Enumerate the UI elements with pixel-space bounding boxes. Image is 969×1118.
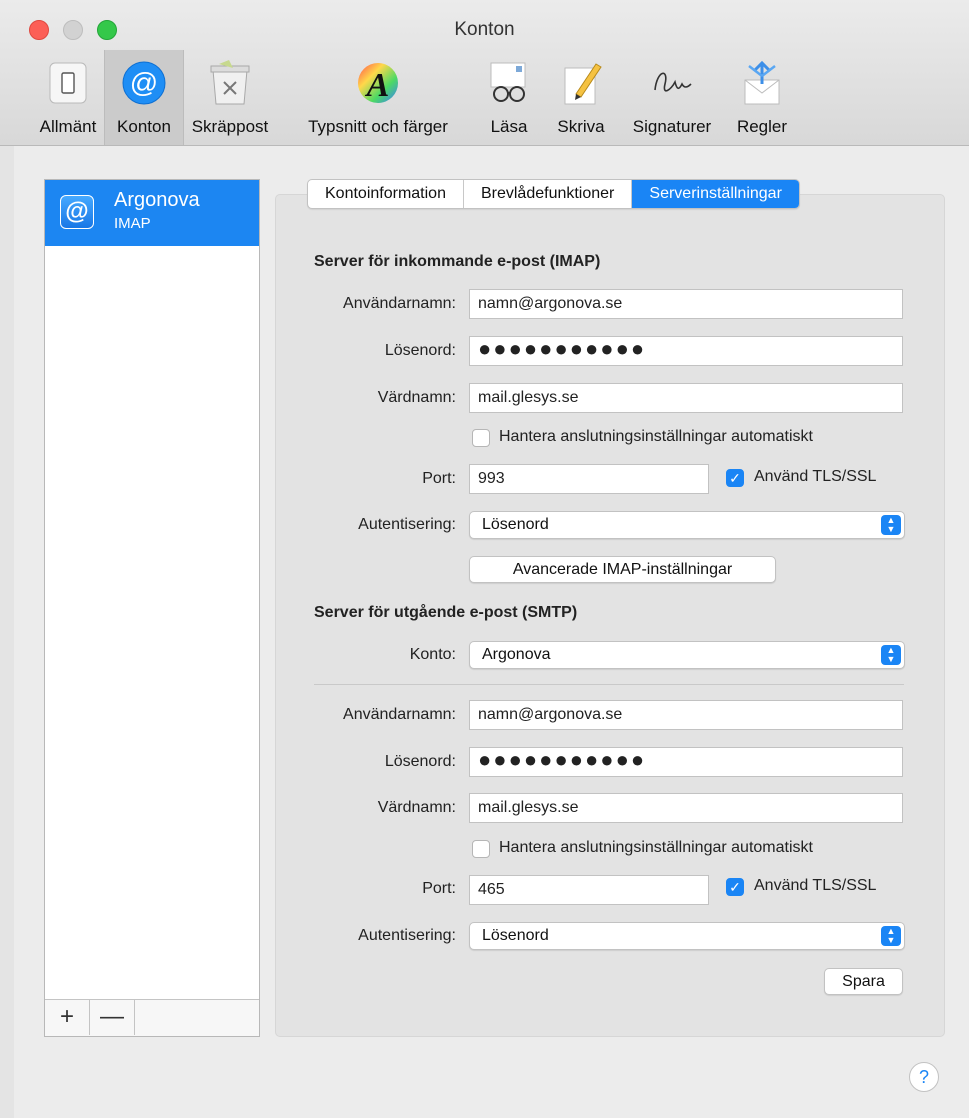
title-bar: Konton Allmänt @ Konton Skräppost A Typs… xyxy=(0,0,969,146)
incoming-section-title: Server för inkommande e-post (IMAP) xyxy=(314,253,601,270)
outgoing-host-field[interactable]: mail.glesys.se xyxy=(469,793,903,823)
incoming-host-label: Värdnamn: xyxy=(377,389,456,406)
background-window-edge xyxy=(0,145,14,1118)
incoming-auth-label: Autentisering: xyxy=(358,516,456,533)
rules-envelope-icon xyxy=(744,60,780,105)
incoming-auto-manage-checkbox[interactable] xyxy=(472,429,490,447)
outgoing-account-label: Konto: xyxy=(409,646,456,663)
toolbar-item-konton[interactable]: @ Konton xyxy=(104,50,184,145)
toolbar-label: Skräppost xyxy=(191,117,269,136)
incoming-password-label: Lösenord: xyxy=(384,342,456,359)
toolbar-label: Typsnitt och färger xyxy=(308,117,448,136)
outgoing-port-label: Port: xyxy=(422,880,456,897)
incoming-port-field[interactable]: 993 xyxy=(469,464,709,494)
incoming-auth-value: Lösenord xyxy=(482,516,549,533)
outgoing-host-label: Värdnamn: xyxy=(377,799,456,816)
incoming-username-field[interactable]: namn@argonova.se xyxy=(469,289,903,319)
toolbar-label: Regler xyxy=(736,117,788,136)
toolbar-label: Skriva xyxy=(557,117,605,136)
svg-text:A: A xyxy=(365,67,390,104)
incoming-port-label: Port: xyxy=(422,470,456,487)
outgoing-auth-label: Autentisering: xyxy=(358,927,456,944)
outgoing-password-label: Lösenord: xyxy=(384,753,456,770)
outgoing-section-title: Server för utgående e-post (SMTP) xyxy=(314,604,578,621)
account-name: Argonova xyxy=(114,189,200,211)
preferences-window: Konton Allmänt @ Konton Skräppost A Typs… xyxy=(0,0,969,1118)
account-list-footer: + — xyxy=(45,999,259,1036)
outgoing-port-field[interactable]: 465 xyxy=(469,875,709,905)
advanced-imap-settings-button[interactable]: Avancerade IMAP-inställningar xyxy=(469,556,776,583)
tab-kontoinformation[interactable]: Kontoinformation xyxy=(308,180,464,208)
switch-icon xyxy=(49,62,87,104)
account-row-argonova[interactable]: @ Argonova IMAP xyxy=(45,180,259,246)
outgoing-auth-value: Lösenord xyxy=(482,927,549,944)
toolbar-item-skriva[interactable]: Skriva xyxy=(546,50,616,145)
outgoing-username-label: Användarnamn: xyxy=(343,706,456,723)
remove-account-button[interactable]: — xyxy=(90,1000,135,1035)
account-list: @ Argonova IMAP + — xyxy=(44,179,260,1037)
tab-serverinstallningar[interactable]: Serverinställningar xyxy=(632,180,799,208)
at-sign-icon: @ xyxy=(122,61,166,105)
toolbar-label: Signaturer xyxy=(632,117,712,136)
window-title: Konton xyxy=(454,19,515,40)
incoming-tls-label: Använd TLS/SSL xyxy=(754,468,877,485)
outgoing-tls-checkbox[interactable]: ✓ xyxy=(726,878,744,896)
toolbar-item-allmant[interactable]: Allmänt xyxy=(33,50,103,145)
outgoing-auto-manage-checkbox[interactable] xyxy=(472,840,490,858)
toolbar-label: Läsa xyxy=(490,117,528,136)
toolbar-label: Konton xyxy=(117,117,171,136)
toolbar-item-lasa[interactable]: Läsa xyxy=(477,50,541,145)
help-button[interactable]: ? xyxy=(909,1062,939,1092)
tab-brevladefunktioner[interactable]: Brevlådefunktioner xyxy=(464,180,633,208)
font-color-icon: A xyxy=(358,63,398,104)
at-sign-icon: @ xyxy=(60,195,94,229)
chevron-updown-icon: ▲ ▼ xyxy=(881,926,901,946)
signature-icon xyxy=(654,72,692,92)
toolbar-item-regler[interactable]: Regler xyxy=(726,50,798,145)
section-divider xyxy=(314,684,904,685)
incoming-tls-checkbox[interactable]: ✓ xyxy=(726,469,744,487)
svg-text:@: @ xyxy=(130,67,158,98)
chevron-updown-icon: ▲ ▼ xyxy=(881,645,901,665)
outgoing-password-field[interactable]: ●●●●●●●●●●● xyxy=(469,747,903,777)
save-button[interactable]: Spara xyxy=(824,968,903,995)
outgoing-username-field[interactable]: namn@argonova.se xyxy=(469,700,903,730)
incoming-auto-manage-label: Hantera anslutningsinställningar automat… xyxy=(499,428,813,445)
chevron-updown-icon: ▲ ▼ xyxy=(881,515,901,535)
incoming-host-field[interactable]: mail.glesys.se xyxy=(469,383,903,413)
incoming-auth-select[interactable]: Lösenord ▲ ▼ xyxy=(469,511,905,539)
toolbar-label: Allmänt xyxy=(39,117,97,136)
account-type: IMAP xyxy=(114,215,151,232)
outgoing-auth-select[interactable]: Lösenord ▲ ▼ xyxy=(469,922,905,950)
add-account-button[interactable]: + xyxy=(45,1000,90,1035)
incoming-password-field[interactable]: ●●●●●●●●●●● xyxy=(469,336,903,366)
reading-glasses-icon xyxy=(490,62,526,102)
toolbar-item-signaturer[interactable]: Signaturer xyxy=(620,50,724,145)
junk-bin-icon xyxy=(210,60,250,105)
outgoing-account-select[interactable]: Argonova ▲ ▼ xyxy=(469,641,905,669)
incoming-username-label: Användarnamn: xyxy=(343,295,456,312)
outgoing-account-value: Argonova xyxy=(482,646,551,663)
outgoing-tls-label: Använd TLS/SSL xyxy=(754,877,877,894)
tab-bar: Kontoinformation Brevlådefunktioner Serv… xyxy=(307,179,800,209)
pencil-paper-icon xyxy=(564,63,602,105)
toolbar-item-typsnitt-och-farger[interactable]: A Typsnitt och färger xyxy=(280,50,476,145)
outgoing-auto-manage-label: Hantera anslutningsinställningar automat… xyxy=(499,839,813,856)
toolbar-item-skrappost[interactable]: Skräppost xyxy=(184,50,276,145)
